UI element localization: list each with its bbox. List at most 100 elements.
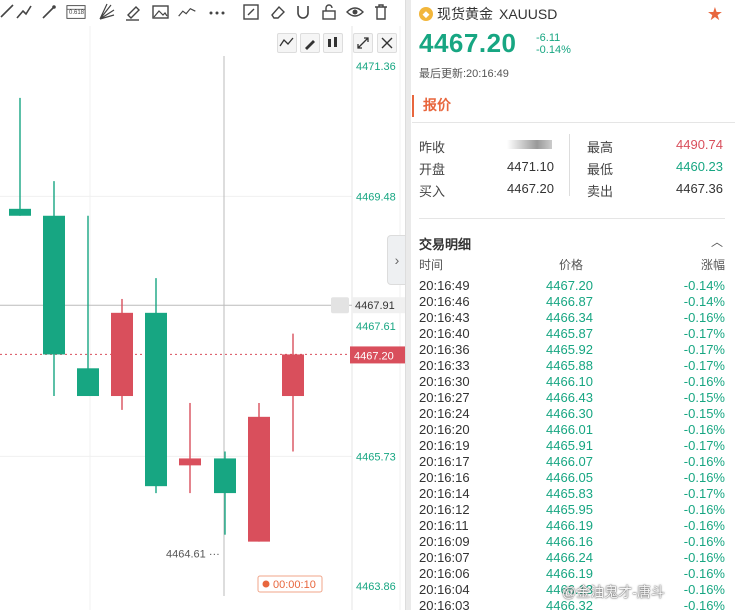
high-value: 4490.74 <box>676 137 723 152</box>
trade-price: 4465.88 <box>546 358 593 373</box>
favorite-star-icon[interactable]: ★ <box>707 4 723 25</box>
trade-price: 4466.16 <box>546 534 593 549</box>
trade-price: 4466.43 <box>546 390 593 405</box>
price-change: -6.11 -0.14% <box>536 32 571 56</box>
draw-button[interactable] <box>300 33 320 53</box>
bid-label: 买入 <box>419 184 446 199</box>
ray-icon[interactable] <box>39 2 59 22</box>
trade-price: 4466.19 <box>546 518 593 533</box>
trade-time: 20:16:36 <box>419 342 470 357</box>
trade-price: 4466.05 <box>546 470 593 485</box>
trade-row: 20:16:14 4465.83 -0.17% <box>419 486 725 502</box>
trade-time: 20:16:04 <box>419 582 470 597</box>
col-price-header: 价格 <box>559 258 584 272</box>
gold-coin-icon: ◆ <box>419 7 433 21</box>
crosshair-price-label: 4467.91 <box>355 300 395 312</box>
trade-price: 4465.91 <box>546 438 593 453</box>
lock-icon[interactable] <box>319 2 339 22</box>
candle-body <box>179 458 201 466</box>
low-label: 最低 <box>587 162 614 177</box>
collapse-panel-button[interactable]: › <box>387 235 407 285</box>
magnet-icon[interactable] <box>293 2 313 22</box>
fullscreen-icon[interactable] <box>353 33 373 53</box>
indicator-line-icon[interactable] <box>177 2 201 22</box>
trade-time: 20:16:12 <box>419 502 470 517</box>
open-label: 开盘 <box>419 162 446 177</box>
trade-row: 20:16:19 4465.91 -0.17% <box>419 438 725 454</box>
drawing-toolbar: 0.618 <box>0 0 405 24</box>
trade-row: 20:16:40 4465.87 -0.17% <box>419 326 725 342</box>
prev-close-label: 昨收 <box>419 140 446 155</box>
price-axis-label: 4465.73 <box>356 451 396 463</box>
price-axis-label: 4463.86 <box>356 581 396 593</box>
clock-icon <box>262 580 270 588</box>
quote-separator <box>569 134 570 196</box>
chevron-right-icon: › <box>394 252 400 268</box>
low-value: 4460.23 <box>676 159 723 174</box>
candle-body <box>9 208 31 216</box>
chevron-up-icon[interactable]: ︿ <box>711 233 723 250</box>
fib-label: 0.618 <box>69 10 85 16</box>
trade-price: 4465.92 <box>546 342 593 357</box>
trade-row: 20:16:06 4466.19 -0.16% <box>419 566 725 582</box>
trade-row: 20:16:33 4465.88 -0.17% <box>419 358 725 374</box>
trade-change: -0.16% <box>683 502 725 517</box>
trade-change: -0.14% <box>683 294 725 309</box>
symbol-header: ◆ 现货黄金 XAUUSD <box>419 5 557 23</box>
trade-time: 20:16:11 <box>419 518 469 533</box>
trade-change: -0.16% <box>683 518 725 533</box>
trade-time: 20:16:06 <box>419 566 470 581</box>
trade-change: -0.16% <box>683 374 725 389</box>
trade-change: -0.16% <box>683 470 725 485</box>
trade-time: 20:16:43 <box>419 310 470 325</box>
trade-row: 20:16:46 4466.87 -0.14% <box>419 294 725 310</box>
trade-change: -0.14% <box>683 278 725 293</box>
eraser-icon[interactable] <box>268 2 288 22</box>
quote-panel: ◆ 现货黄金 XAUUSD ★ 4467.20 -6.11 -0.14% 最后更… <box>412 0 735 610</box>
panel-divider[interactable] <box>405 0 411 610</box>
more-icon[interactable] <box>207 2 227 22</box>
watermark-text: @金油鬼才-唐斗 <box>562 584 665 600</box>
image-icon[interactable] <box>150 2 170 22</box>
trade-row: 20:16:49 4467.20 -0.14% <box>419 278 725 294</box>
trade-change: -0.16% <box>683 534 725 549</box>
candle-body <box>282 354 304 397</box>
trade-time: 20:16:46 <box>419 294 470 309</box>
trade-row: 20:16:24 4466.30 -0.15% <box>419 406 725 422</box>
trend-line-icon[interactable] <box>14 2 34 22</box>
trade-list: 20:16:49 4467.20 -0.14% 20:16:46 4466.87 -0.1… <box>419 278 725 610</box>
trash-icon[interactable] <box>371 2 391 22</box>
candle-type-button[interactable] <box>323 33 343 53</box>
trade-row: 20:16:43 4466.34 -0.16% <box>419 310 725 326</box>
trade-row: 20:16:16 4466.05 -0.16% <box>419 470 725 486</box>
bid-value: 4467.20 <box>507 181 554 196</box>
brush-icon[interactable] <box>123 2 143 22</box>
pitchfork-icon[interactable] <box>97 2 117 22</box>
trade-row: 20:16:17 4466.07 -0.16% <box>419 454 725 470</box>
edit-icon[interactable] <box>241 2 261 22</box>
countdown-label: 00:00:10 <box>273 579 316 591</box>
price-axis-label: 4469.48 <box>356 191 396 203</box>
tab-quote[interactable]: 报价 <box>423 95 451 115</box>
trade-time: 20:16:20 <box>419 422 470 437</box>
close-icon[interactable] <box>377 33 397 53</box>
trade-change: -0.16% <box>683 310 725 325</box>
section-divider <box>419 218 725 219</box>
trade-change: -0.15% <box>683 390 725 405</box>
chart-canvas[interactable]: 4464.61 ··· 4471.36 4469.48 4467.61 4465.73 4… <box>0 26 405 610</box>
indicator-toggle-button[interactable] <box>277 33 297 53</box>
trade-change: -0.16% <box>683 582 725 597</box>
trade-price: 4465.87 <box>546 326 593 341</box>
price-axis-label: 4467.61 <box>356 321 396 333</box>
candle-body <box>77 368 99 397</box>
candlestick-chart[interactable]: 4464.61 ··· 4471.36 4469.48 4467.61 4465.73 4… <box>0 26 405 610</box>
eye-icon[interactable] <box>345 2 365 22</box>
trade-row: 20:16:09 4466.16 -0.16% <box>419 534 725 550</box>
candle-body <box>248 416 270 542</box>
last-updated: 最后更新:20:16:49 <box>419 68 509 80</box>
trade-time: 20:16:40 <box>419 326 470 341</box>
candle-body <box>214 458 236 494</box>
trade-change: -0.16% <box>683 550 725 565</box>
trade-time: 20:16:09 <box>419 534 470 549</box>
fibonacci-icon[interactable]: 0.618 <box>66 2 88 22</box>
